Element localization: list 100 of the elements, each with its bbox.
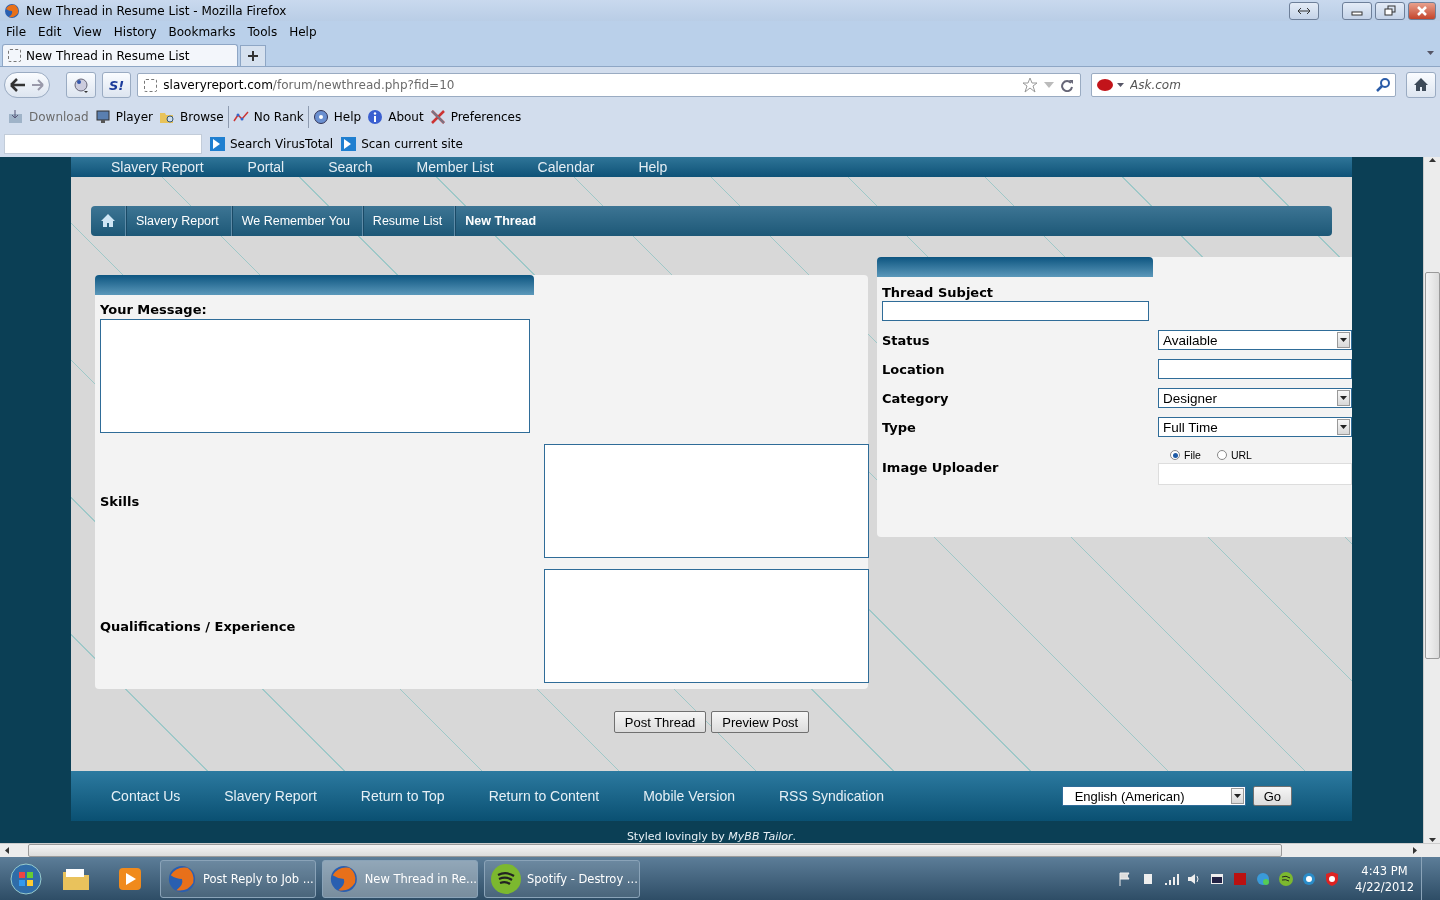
language-select[interactable]: English (American) bbox=[1061, 786, 1246, 806]
dropdown-field[interactable]: Full Time bbox=[1158, 417, 1352, 437]
footer-link[interactable]: Contact Us bbox=[111, 788, 181, 804]
message-field[interactable] bbox=[100, 319, 530, 433]
sound-waves-icon[interactable] bbox=[1278, 870, 1295, 887]
chevron-flag-icon bbox=[341, 135, 358, 152]
close-button[interactable] bbox=[1408, 1, 1436, 20]
radio-button[interactable] bbox=[1170, 450, 1180, 460]
search-engine-icon bbox=[1097, 78, 1113, 92]
menu-item[interactable]: History bbox=[113, 25, 157, 39]
nav-link[interactable]: Member List bbox=[416, 159, 494, 175]
resize-button[interactable] bbox=[1289, 1, 1319, 20]
form-button[interactable]: Post Thread bbox=[613, 711, 707, 733]
menu-item[interactable]: File bbox=[6, 25, 27, 39]
input-field[interactable] bbox=[1158, 359, 1352, 379]
text-area[interactable] bbox=[544, 569, 869, 683]
toolbar-button[interactable]: About bbox=[388, 109, 424, 124]
firefox-icon bbox=[329, 863, 359, 894]
vertical-scrollbar[interactable] bbox=[1423, 157, 1440, 843]
new-tab-button[interactable] bbox=[240, 45, 266, 66]
subject-field[interactable] bbox=[882, 301, 1149, 321]
address-bar[interactable]: slaveryreport.com/forum/newthread.php?fid=10 bbox=[137, 73, 1081, 97]
menu-item[interactable]: View bbox=[73, 25, 102, 39]
breadcrumb-link[interactable]: New Thread bbox=[455, 206, 549, 236]
ring-icon[interactable] bbox=[1301, 870, 1318, 887]
clock[interactable]: 4:43 PM 4/22/2012 bbox=[1355, 862, 1414, 895]
dropdown-icon[interactable] bbox=[1117, 83, 1124, 87]
taskbar-task[interactable]: Post Reply to Job ... bbox=[160, 859, 316, 898]
toolbar-button[interactable]: Search VirusTotal bbox=[230, 136, 334, 151]
form-button[interactable]: Preview Post bbox=[711, 711, 810, 733]
nav-link[interactable]: Search bbox=[328, 159, 373, 175]
toolbar-button[interactable]: Scan current site bbox=[361, 136, 463, 151]
nav-link[interactable]: Slavery Report bbox=[111, 159, 204, 175]
search-icon[interactable] bbox=[1376, 78, 1390, 92]
radio-label: URL bbox=[1230, 449, 1252, 461]
nav-link[interactable]: Calendar bbox=[537, 159, 595, 175]
menu-item[interactable]: Help bbox=[289, 25, 317, 39]
dropdown-field[interactable]: Designer bbox=[1158, 388, 1352, 408]
search-field[interactable] bbox=[4, 133, 202, 154]
breadcrumb-link[interactable]: We Remember You bbox=[231, 206, 363, 236]
addon-button[interactable]: S! bbox=[102, 72, 132, 98]
star-icon[interactable] bbox=[1022, 77, 1038, 93]
shield-icon[interactable] bbox=[1324, 870, 1341, 887]
text-area[interactable] bbox=[544, 444, 869, 558]
breadcrumb-link[interactable]: Slavery Report bbox=[126, 206, 232, 236]
menu-item[interactable]: Bookmarks bbox=[168, 25, 236, 39]
help-icon bbox=[312, 108, 329, 125]
down-arrow-icon bbox=[1427, 837, 1437, 843]
url-text: slaveryreport.com/forum/newthread.php?fid=10 bbox=[163, 78, 455, 92]
menu-item[interactable]: Edit bbox=[38, 25, 62, 39]
footer-link[interactable]: Slavery Report bbox=[224, 788, 317, 804]
app-tile-icon[interactable] bbox=[1232, 870, 1249, 887]
search-input[interactable]: Ask.com bbox=[1128, 77, 1372, 93]
download-icon bbox=[8, 108, 24, 125]
radio-label: File bbox=[1184, 449, 1201, 461]
toolbar-button[interactable]: Player bbox=[115, 109, 153, 124]
home-icon bbox=[1413, 77, 1429, 93]
field-label: Qualifications / Experience bbox=[100, 618, 297, 634]
dropdown-icon[interactable] bbox=[1427, 51, 1434, 55]
reload-icon[interactable] bbox=[1060, 78, 1074, 92]
footer-link[interactable]: Return to Top bbox=[360, 788, 445, 804]
toolbar-button[interactable]: Browse bbox=[180, 109, 224, 124]
field-label: Category bbox=[882, 390, 950, 406]
home-button[interactable] bbox=[1406, 72, 1436, 98]
toolbar-button[interactable]: No Rank bbox=[253, 109, 304, 124]
dropdown-field[interactable]: Available bbox=[1158, 330, 1352, 350]
breadcrumb-link[interactable]: Resume List bbox=[362, 206, 456, 236]
browser-tab[interactable]: New Thread in Resume List bbox=[2, 44, 238, 66]
search-field[interactable]: Ask.com bbox=[1091, 73, 1396, 97]
dropdown-icon bbox=[1340, 396, 1347, 400]
addon-button[interactable] bbox=[66, 72, 96, 98]
menu-item[interactable]: Tools bbox=[247, 25, 278, 39]
footer-link[interactable]: Mobile Version bbox=[643, 788, 735, 804]
tools-icon bbox=[429, 108, 446, 125]
dropdown-icon bbox=[1340, 338, 1347, 342]
nav-link[interactable]: Help bbox=[638, 159, 668, 175]
restore-button[interactable] bbox=[1375, 1, 1405, 20]
nav-link[interactable]: Portal bbox=[247, 159, 285, 175]
orb-icon bbox=[10, 862, 42, 895]
minimize-button[interactable] bbox=[1342, 1, 1372, 20]
page-icon bbox=[8, 49, 21, 62]
radio-button[interactable] bbox=[1216, 450, 1227, 460]
toolbar-button[interactable]: Help bbox=[333, 109, 362, 124]
horizontal-scrollbar[interactable] bbox=[0, 843, 1440, 857]
field-label: Thread Subject bbox=[882, 285, 994, 300]
plus-icon bbox=[247, 50, 259, 62]
toolbar-button[interactable]: Preferences bbox=[450, 109, 522, 124]
dropdown-icon bbox=[1340, 425, 1347, 429]
up-arrow-icon bbox=[1427, 157, 1437, 163]
taskbar-task[interactable]: Spotify - Destroy ... bbox=[484, 859, 640, 898]
footer-link[interactable]: RSS Syndication bbox=[779, 788, 885, 804]
sound-waves-icon bbox=[491, 863, 521, 894]
go-button[interactable]: Go bbox=[1252, 786, 1292, 806]
back-forward-button[interactable] bbox=[4, 72, 50, 98]
window-title: New Thread in Resume List - Mozilla Firefox bbox=[26, 3, 288, 18]
home-icon[interactable] bbox=[100, 213, 116, 229]
dropdown-icon bbox=[1233, 794, 1241, 798]
credit-text: Styled lovingly by MyBB Tailor. bbox=[625, 830, 798, 843]
footer-link[interactable]: Return to Content bbox=[488, 788, 600, 804]
field-label: Image Uploader bbox=[882, 459, 1000, 475]
